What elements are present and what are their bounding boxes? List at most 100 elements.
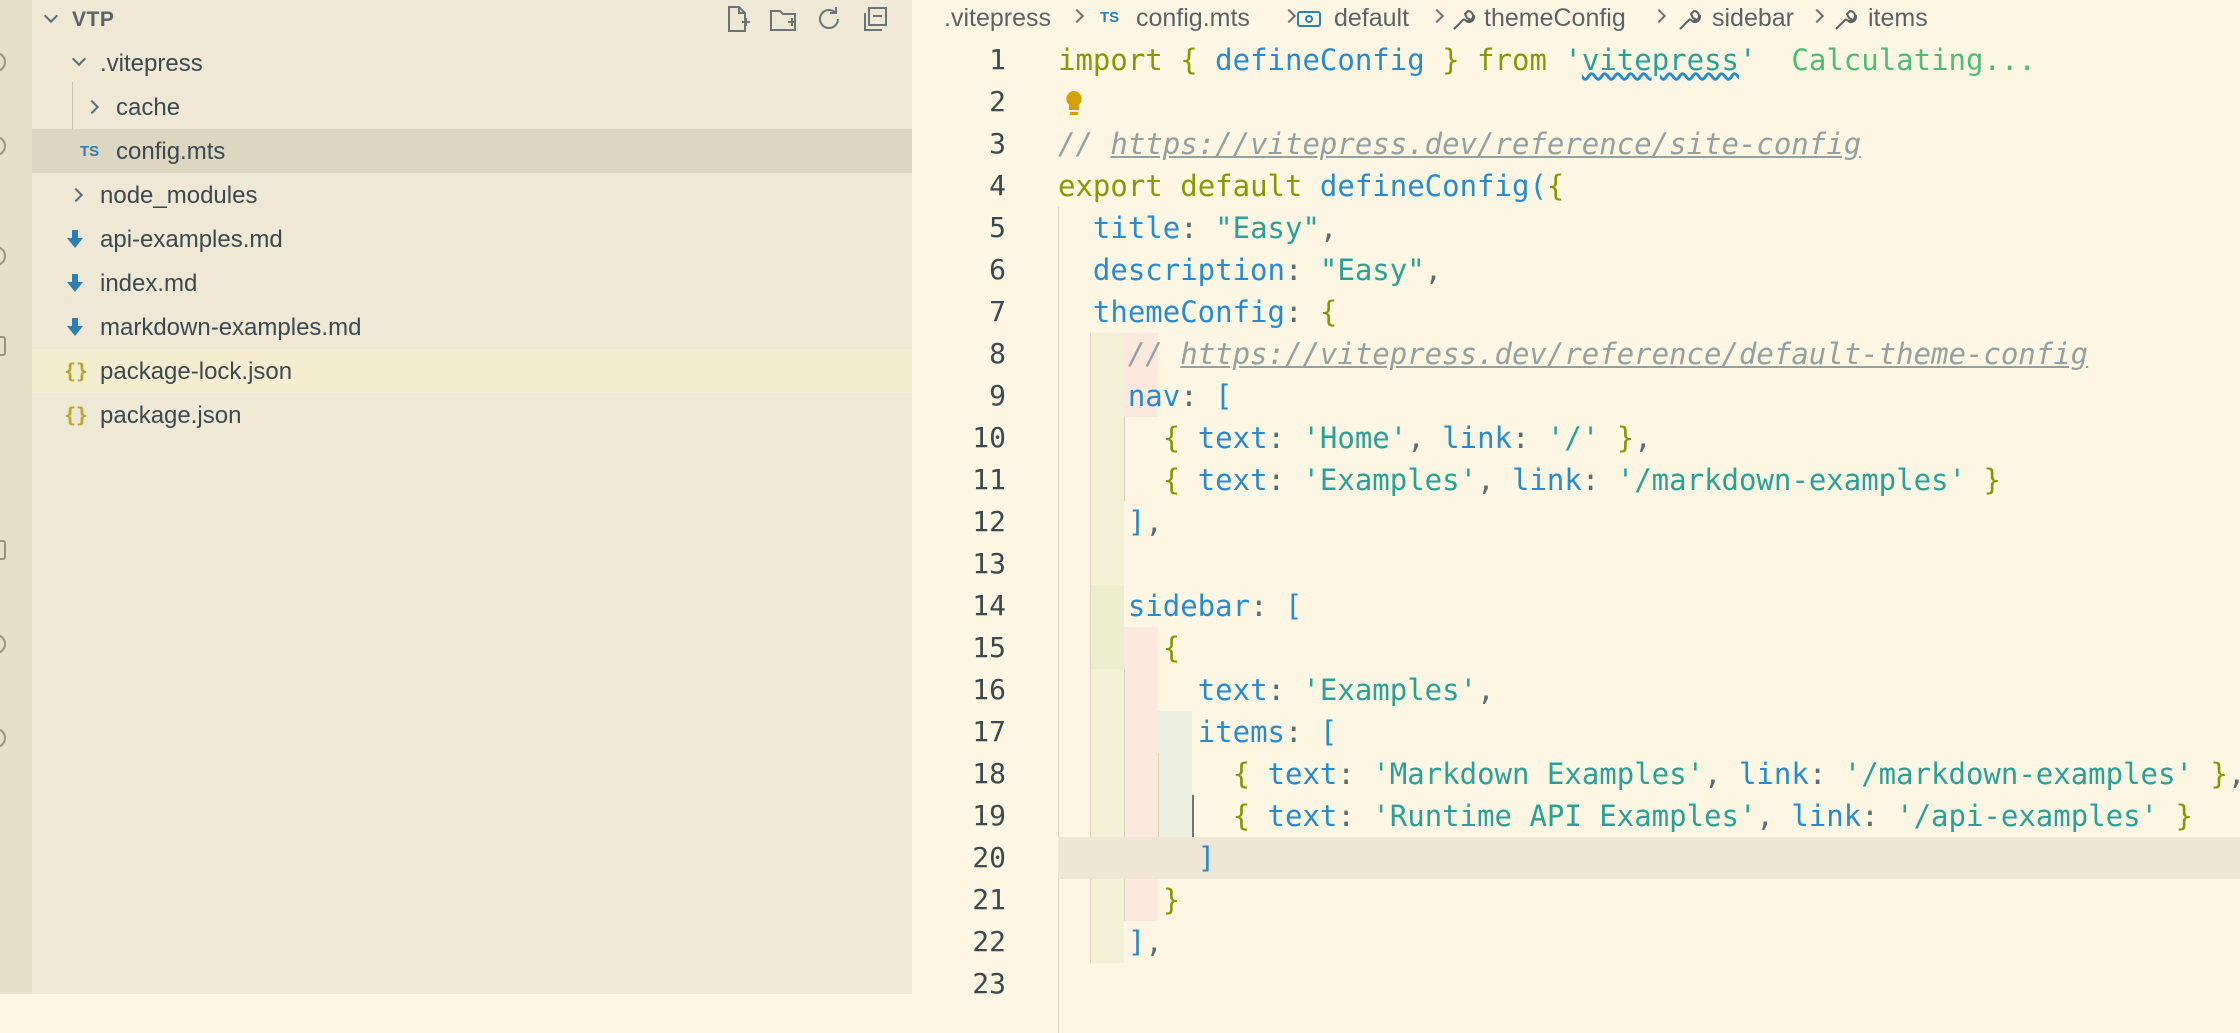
line-number: 20	[972, 841, 1006, 874]
breadcrumb-symbol[interactable]: items	[1868, 4, 1928, 33]
line-number: 15	[972, 631, 1006, 664]
wrench-icon	[1453, 9, 1476, 30]
tree-item-node-modules[interactable]: node_modules	[32, 173, 912, 217]
code-line[interactable]: 3 // https://vitepress.dev/reference/site…	[912, 123, 2240, 165]
breadcrumb-symbol[interactable]: sidebar	[1712, 4, 1794, 33]
code-line[interactable]: 12 ],	[912, 501, 2240, 543]
tree-item-config-mts[interactable]: TS config.mts	[32, 129, 912, 173]
chevron-down-icon[interactable]	[43, 8, 59, 24]
code-line[interactable]: 2	[912, 81, 2240, 123]
chevron-right-icon	[1651, 8, 1667, 24]
line-number: 14	[972, 589, 1006, 622]
code-line[interactable]: 21 }	[912, 879, 2240, 921]
code-line[interactable]: 15 {	[912, 627, 2240, 669]
code-line[interactable]: 18 { text: 'Markdown Examples', link: '/…	[912, 753, 2240, 795]
search-icon[interactable]	[0, 52, 6, 72]
tree-item-package-lock-json[interactable]: {} package-lock.json	[32, 349, 912, 393]
breadcrumb: .vitepress TS config.mts default themeCo…	[912, 0, 2240, 38]
tree-item-label: api-examples.md	[100, 226, 283, 253]
code-line[interactable]: 13	[912, 543, 2240, 585]
code-line[interactable]: 10 { text: 'Home', link: '/' },	[912, 417, 2240, 459]
code-line[interactable]: 5 title: "Easy",	[912, 207, 2240, 249]
chevron-down-icon	[71, 51, 87, 67]
line-number: 10	[972, 421, 1006, 454]
run-debug-icon[interactable]	[0, 246, 6, 266]
code-line[interactable]: 19 { text: 'Runtime API Examples', link:…	[912, 795, 2240, 837]
code-line[interactable]: 17 items: [	[912, 711, 2240, 753]
markdown-file-icon	[67, 230, 83, 248]
code-line[interactable]: 23	[912, 963, 2240, 1005]
activity-bar	[0, 0, 33, 994]
workspace-title[interactable]: VTP	[72, 8, 114, 32]
tree-item-index-md[interactable]: index.md	[32, 261, 912, 305]
code-text: text: 'Examples',	[1197, 673, 1495, 707]
tree-item-markdown-examples[interactable]: markdown-examples.md	[32, 305, 912, 349]
breadcrumb-symbol[interactable]: themeConfig	[1484, 4, 1626, 33]
line-number: 23	[972, 967, 1006, 1000]
tree-item-cache[interactable]: cache	[32, 85, 912, 129]
chevron-right-icon	[1809, 8, 1825, 24]
line-number: 21	[972, 883, 1006, 916]
line-number: 8	[989, 337, 1006, 370]
breadcrumb-folder[interactable]: .vitepress	[944, 4, 1051, 33]
refresh-icon[interactable]	[814, 4, 844, 34]
extensions-icon[interactable]	[0, 336, 6, 356]
code-line[interactable]: 20 ]	[972, 837, 2240, 879]
line-number: 4	[989, 169, 1006, 202]
code-line[interactable]: 22 ],	[912, 921, 2240, 963]
explorer-header: VTP	[32, 0, 912, 38]
code-line[interactable]: 1 import { defineConfig } from 'vitepress…	[912, 39, 2240, 81]
testing-icon[interactable]	[0, 728, 6, 748]
code-text: description: "Easy",	[1092, 253, 1443, 287]
code-text: { text: 'Runtime API Examples', link: '/…	[1232, 799, 2193, 833]
tree-item-package-json[interactable]: {} package.json	[32, 393, 912, 437]
chevron-right-icon	[1281, 8, 1297, 24]
code-text: // https://vitepress.dev/reference/site-…	[1058, 127, 1862, 161]
collapse-all-icon[interactable]	[860, 4, 890, 34]
code-text: items: [	[1197, 715, 1338, 749]
wrench-icon	[1679, 9, 1702, 30]
tree-item-api-examples[interactable]: api-examples.md	[32, 217, 912, 261]
line-number: 7	[989, 295, 1006, 328]
wrench-icon	[1835, 9, 1858, 30]
breadcrumb-file[interactable]: config.mts	[1136, 4, 1250, 33]
code-text: }	[1162, 883, 1181, 917]
tree-item-label: markdown-examples.md	[100, 314, 362, 341]
account-icon[interactable]	[0, 634, 6, 654]
code-text: themeConfig: {	[1092, 295, 1338, 329]
code-text: sidebar: [	[1127, 589, 1303, 623]
tree-item-label: config.mts	[116, 138, 226, 165]
line-number: 3	[989, 127, 1006, 160]
tree-item-label: package.json	[100, 402, 242, 429]
explorer-panel: VTP .vitepress cache TS config.mts node_…	[32, 0, 912, 994]
code-text: title: "Easy",	[1092, 211, 1338, 245]
code-line[interactable]: 16 text: 'Examples',	[912, 669, 2240, 711]
inline-hint: Calculating...	[1756, 43, 2036, 77]
source-control-icon[interactable]	[0, 136, 6, 156]
new-folder-icon[interactable]	[768, 4, 798, 34]
tree-item-vitepress[interactable]: .vitepress	[32, 41, 912, 85]
code-editor[interactable]: .vitepress TS config.mts default themeCo…	[912, 0, 2240, 1033]
line-number: 2	[989, 85, 1006, 118]
code-line[interactable]: 4 export default defineConfig({	[912, 165, 2240, 207]
breadcrumb-symbol[interactable]: default	[1334, 4, 1409, 33]
markdown-file-icon	[67, 274, 83, 292]
new-file-icon[interactable]	[722, 4, 752, 34]
code-line[interactable]: 14 sidebar: [	[912, 585, 2240, 627]
breadcrumb-ts-icon: TS	[1100, 9, 1120, 26]
code-line[interactable]: 7 themeConfig: {	[912, 291, 2240, 333]
line-number: 17	[972, 715, 1006, 748]
code-line[interactable]: 9 nav: [	[912, 375, 2240, 417]
code-text: { text: 'Home', link: '/' },	[1162, 421, 1652, 455]
line-number: 9	[989, 379, 1006, 412]
line-number: 11	[972, 463, 1006, 496]
tree-item-label: cache	[116, 94, 181, 121]
code-line[interactable]: 6 description: "Easy",	[912, 249, 2240, 291]
code-text: { text: 'Markdown Examples', link: '/mar…	[1232, 757, 2240, 791]
code-line[interactable]: 8 // https://vitepress.dev/reference/def…	[912, 333, 2240, 375]
code-line[interactable]: 11 { text: 'Examples', link: '/markdown-…	[912, 459, 2240, 501]
line-number: 12	[972, 505, 1006, 538]
code-text: {	[1162, 631, 1181, 665]
markdown-file-icon	[67, 318, 83, 336]
remote-icon[interactable]	[0, 540, 6, 560]
